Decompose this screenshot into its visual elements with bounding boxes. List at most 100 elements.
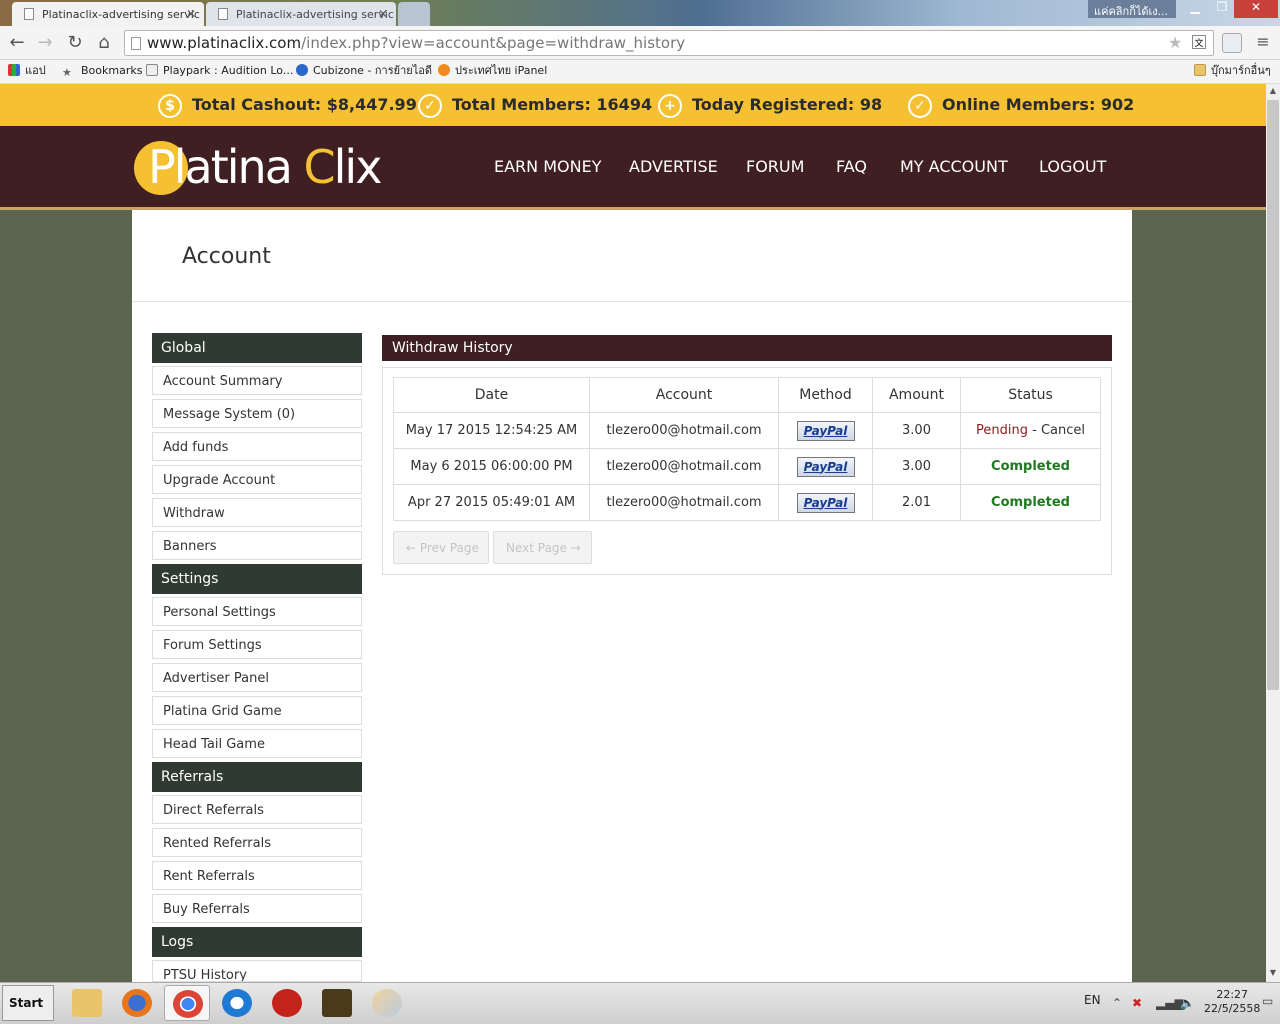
nav-logout[interactable]: LOGOUT xyxy=(1039,126,1106,208)
sidebar-item-banners[interactable]: Banners xyxy=(152,531,362,560)
page-icon xyxy=(146,64,158,76)
sidebar-item-rent-referrals[interactable]: Rent Referrals xyxy=(152,861,362,890)
cell-account: tlezero00@hotmail.com xyxy=(589,484,779,521)
hon-icon[interactable] xyxy=(314,985,360,1021)
cell-amount: 2.01 xyxy=(872,484,961,521)
tab-inactive[interactable]: Platinaclix-advertising servic ✕ xyxy=(206,2,396,26)
bookmark-cubizone[interactable]: Cubizone - การย้ายไอดี xyxy=(296,63,432,79)
sidebar-item-advertiser-panel[interactable]: Advertiser Panel xyxy=(152,663,362,692)
cell-date: May 6 2015 06:00:00 PM xyxy=(393,448,590,485)
star-icon[interactable]: ★ xyxy=(1168,33,1182,52)
sidebar-item-platina-grid-game[interactable]: Platina Grid Game xyxy=(152,696,362,725)
sidebar-item-rented-referrals[interactable]: Rented Referrals xyxy=(152,828,362,857)
stat-text: Online Members: 902 xyxy=(942,95,1135,114)
sidebar-item-forum-settings[interactable]: Forum Settings xyxy=(152,630,362,659)
nav-advertise[interactable]: ADVERTISE xyxy=(629,126,718,208)
bookmark-label: แอป xyxy=(25,64,46,77)
back-icon[interactable]: ← xyxy=(6,33,28,55)
close-icon[interactable]: ✕ xyxy=(186,7,196,21)
prev-page-button[interactable]: ← Prev Page xyxy=(393,531,489,564)
scroll-down-icon[interactable]: ▼ xyxy=(1266,968,1280,977)
profile-name[interactable]: แค่คลิกก็ได้เง... xyxy=(1088,0,1176,18)
bookmark-label: Bookmarks xyxy=(81,64,143,77)
bookmark-ipanel[interactable]: ประเทศไทย iPanel xyxy=(438,63,547,79)
url-path: /index.php?view=account&page=withdraw_hi… xyxy=(301,34,686,52)
cell-method: PayPal xyxy=(778,448,873,485)
bookmark-apps[interactable]: แอป xyxy=(8,63,46,79)
clock-time: 22:27 xyxy=(1216,988,1249,1001)
tab-title: Platinaclix-advertising servic xyxy=(236,8,394,21)
col-method: Method xyxy=(778,377,873,413)
nav-earn-money[interactable]: EARN MONEY xyxy=(494,126,601,208)
chrome-icon[interactable] xyxy=(164,985,210,1021)
folder-icon xyxy=(1194,64,1206,76)
restore-icon[interactable]: ❐ xyxy=(1210,0,1234,18)
status-completed: Completed xyxy=(991,459,1070,474)
window-close-icon[interactable]: ✕ xyxy=(1234,0,1278,18)
cell-date: Apr 27 2015 05:49:01 AM xyxy=(393,484,590,521)
sidebar-item-add-funds[interactable]: Add funds xyxy=(152,432,362,461)
status-pending: Pending xyxy=(976,423,1028,438)
paypal-logo: PayPal xyxy=(796,492,855,513)
cell-status: Completed xyxy=(960,484,1101,521)
check-icon: ✓ xyxy=(908,93,932,118)
paypal-logo: PayPal xyxy=(796,420,855,441)
volume-icon[interactable]: 🔈 xyxy=(1180,996,1195,1010)
bookmark-bookmarks[interactable]: ★ Bookmarks xyxy=(62,63,142,79)
extension-icon[interactable] xyxy=(1222,33,1242,53)
forward-icon[interactable]: → xyxy=(34,33,56,55)
scroll-up-icon[interactable]: ▲ xyxy=(1266,86,1280,95)
scrollbar-thumb[interactable] xyxy=(1267,100,1279,690)
sidebar-item-withdraw[interactable]: Withdraw xyxy=(152,498,362,527)
next-page-button[interactable]: Next Page → xyxy=(493,531,592,564)
cubizone-icon xyxy=(296,64,308,76)
close-icon[interactable]: ✕ xyxy=(378,7,388,21)
site-logo[interactable]: Platina Clix xyxy=(134,136,398,196)
language-indicator[interactable]: EN xyxy=(1084,993,1101,1007)
new-tab-button[interactable] xyxy=(398,2,430,26)
bookmark-label: บุ๊กมาร์กอื่นๆ xyxy=(1211,64,1271,77)
cell-method: PayPal xyxy=(778,484,873,521)
col-date: Date xyxy=(393,377,590,413)
translate-icon[interactable]: 文 xyxy=(1192,35,1206,49)
reload-icon[interactable]: ↻ xyxy=(64,33,86,55)
nav-faq[interactable]: FAQ xyxy=(836,126,867,208)
sidebar-item-message-system[interactable]: Message System (0) xyxy=(152,399,362,428)
cell-date: May 17 2015 12:54:25 AM xyxy=(393,412,590,449)
other-bookmarks[interactable]: บุ๊กมาร์กอื่นๆ xyxy=(1194,63,1271,79)
clock[interactable]: 22:27 22/5/2558 xyxy=(1204,988,1260,1016)
sidebar-item-personal-settings[interactable]: Personal Settings xyxy=(152,597,362,626)
sidebar-item-account-summary[interactable]: Account Summary xyxy=(152,366,362,395)
bookmark-label: ประเทศไทย iPanel xyxy=(455,64,548,77)
sidebar-item-buy-referrals[interactable]: Buy Referrals xyxy=(152,894,362,923)
menu-icon[interactable]: ≡ xyxy=(1254,32,1272,51)
logo-text: Platina Clix xyxy=(148,140,382,194)
cancel-link[interactable]: Cancel xyxy=(1041,423,1085,438)
nav-forum[interactable]: FORUM xyxy=(746,126,804,208)
check-icon: ✓ xyxy=(418,93,442,118)
internet-explorer-icon[interactable] xyxy=(214,985,260,1021)
status-completed: Completed xyxy=(991,495,1070,510)
sidebar-item-head-tail-game[interactable]: Head Tail Game xyxy=(152,729,362,758)
game-app-icon[interactable] xyxy=(264,985,310,1021)
sidebar-item-direct-referrals[interactable]: Direct Referrals xyxy=(152,795,362,824)
star-icon: ★ xyxy=(62,66,72,79)
withdraw-history-header: Withdraw History xyxy=(382,335,1112,361)
cell-status: Pending - Cancel xyxy=(960,412,1101,449)
address-bar[interactable]: www.platinaclix.com/index.php?view=accou… xyxy=(124,30,1214,56)
paint-icon[interactable] xyxy=(364,985,410,1021)
tray-expand-icon[interactable]: ⌃ xyxy=(1112,996,1122,1010)
firefox-icon[interactable] xyxy=(114,985,160,1021)
tab-active[interactable]: Platinaclix-advertising servic ✕ xyxy=(12,2,204,26)
explorer-icon[interactable] xyxy=(64,985,110,1021)
bookmark-playpark[interactable]: Playpark : Audition Lo... xyxy=(146,63,293,79)
stat-online: ✓ Online Members: 902 xyxy=(908,84,1134,126)
sidebar-item-upgrade-account[interactable]: Upgrade Account xyxy=(152,465,362,494)
nav-my-account[interactable]: MY ACCOUNT xyxy=(900,126,1008,208)
show-desktop-icon[interactable]: ▭ xyxy=(1262,994,1273,1008)
home-icon[interactable]: ⌂ xyxy=(93,33,115,55)
sidebar-item-ptsu-history[interactable]: PTSU History xyxy=(152,960,362,982)
network-error-icon[interactable]: ✖ xyxy=(1132,996,1142,1010)
start-button[interactable]: Start xyxy=(2,985,54,1021)
minimize-icon[interactable]: ▁ xyxy=(1180,0,1210,18)
